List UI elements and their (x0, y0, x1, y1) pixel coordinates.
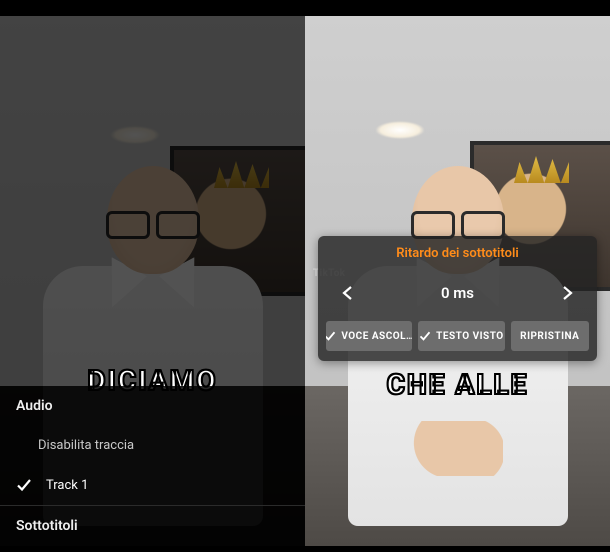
delay-value: 0 ms (441, 284, 474, 302)
reset-button[interactable]: RIPRISTINA (511, 321, 589, 351)
track-drawer: Audio Disabilita traccia Track 1 Sott (0, 386, 305, 546)
left-player-pane: DICIAMO Audio Disabilita traccia Track 1 (0, 16, 305, 546)
subtitles-section-header[interactable]: Sottotitoli (0, 506, 305, 546)
check-icon (326, 330, 336, 342)
track-1-option[interactable]: Track 1 (0, 465, 305, 505)
check-icon (419, 330, 431, 342)
audio-heading-label: Audio (16, 398, 53, 414)
disable-track-option[interactable]: Disabilita traccia (0, 426, 305, 465)
voice-heard-button[interactable]: VOCE ASCOL… (326, 321, 412, 351)
text-seen-button[interactable]: TESTO VISTO (418, 321, 504, 351)
check-icon (16, 477, 32, 493)
subtitles-heading-label: Sottotitoli (16, 518, 78, 534)
subtitle-text-right: CHE ALLE (387, 368, 529, 401)
audio-section-header[interactable]: Audio (0, 386, 305, 426)
subtitle-delay-title: Ritardo dei sottotitoli (318, 236, 597, 271)
right-player-pane: TikTok Ritardo dei sottotitoli 0 ms VOCE (305, 16, 610, 546)
window-bottom-bar (0, 546, 610, 552)
subtitle-delay-panel: Ritardo dei sottotitoli 0 ms VOCE ASCOL… (318, 236, 597, 361)
delay-decrease-button[interactable] (332, 277, 364, 309)
voice-heard-label: VOCE ASCOL… (341, 331, 412, 342)
text-seen-label: TESTO VISTO (436, 331, 504, 342)
disable-track-label: Disabilita traccia (38, 438, 134, 453)
delay-increase-button[interactable] (551, 277, 583, 309)
delay-stepper: 0 ms (318, 271, 597, 321)
reset-label: RIPRISTINA (520, 331, 579, 342)
track-1-label: Track 1 (46, 478, 88, 493)
window-top-bar (0, 0, 610, 16)
